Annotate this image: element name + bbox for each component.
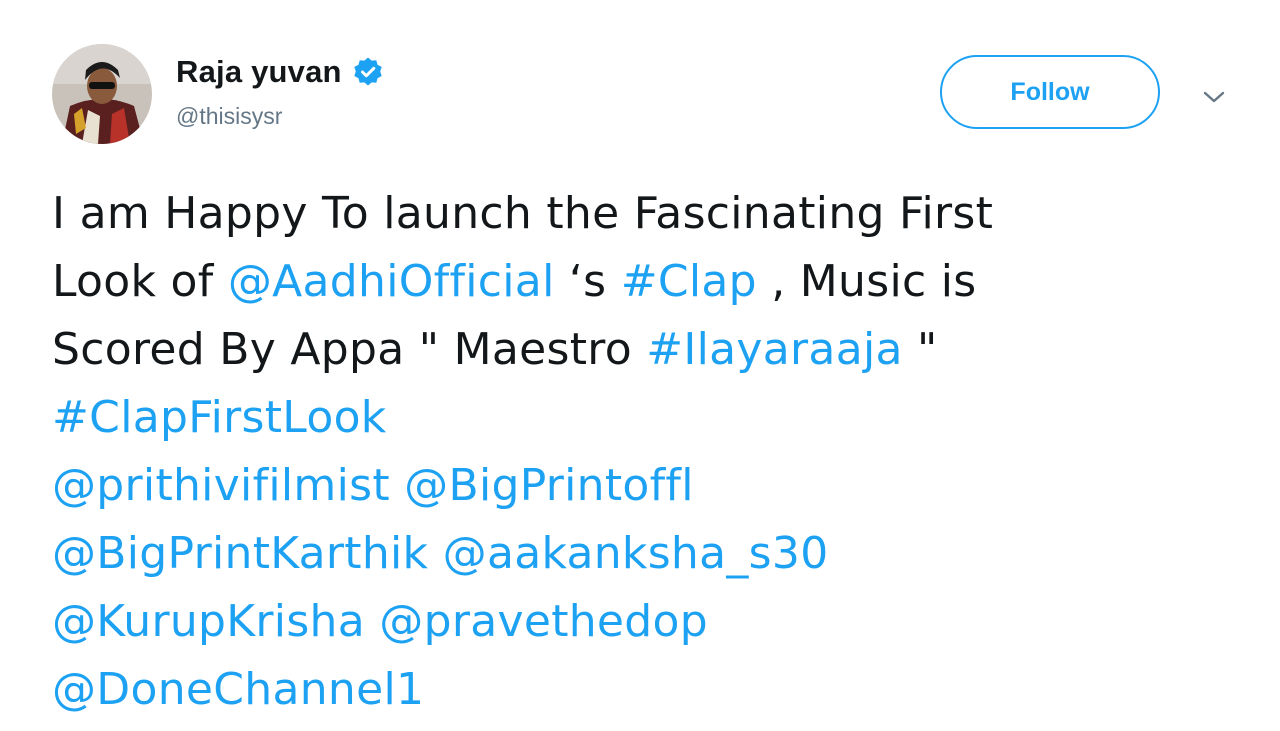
hashtag-link[interactable]: #Ilayaraaja bbox=[646, 324, 903, 375]
tweet-line: @DoneChannel1 bbox=[52, 656, 1232, 724]
mention-link[interactable]: @aakanksha_s30 bbox=[443, 528, 829, 579]
avatar[interactable] bbox=[52, 44, 152, 144]
verified-badge-icon bbox=[352, 56, 384, 88]
tweet-text-segment: Look of bbox=[52, 256, 228, 307]
tweet-text-segment: , Music is bbox=[756, 256, 977, 307]
mention-link[interactable]: @DoneChannel1 bbox=[52, 664, 424, 715]
chevron-down-icon[interactable] bbox=[1199, 82, 1229, 112]
mention-link[interactable]: @AadhiOfficial bbox=[228, 256, 555, 307]
mention-link[interactable]: @BigPrintKarthik bbox=[52, 528, 428, 579]
tweet-text-segment: Scored By Appa " Maestro bbox=[52, 324, 647, 375]
tweet-line: Scored By Appa " Maestro #Ilayaraaja " bbox=[52, 316, 1232, 384]
mention-link[interactable]: @BigPrintoffl bbox=[404, 460, 694, 511]
tweet-text-segment: " bbox=[902, 324, 938, 375]
tweet-text-segment: I am Happy To launch the Fascinating Fir… bbox=[52, 188, 994, 239]
tweet-text-segment: ‘s bbox=[554, 256, 621, 307]
user-handle[interactable]: @thisisysr bbox=[176, 103, 282, 130]
tweet-line: @BigPrintKarthik @aakanksha_s30 bbox=[52, 520, 1232, 588]
tweet-line: I am Happy To launch the Fascinating Fir… bbox=[52, 180, 1232, 248]
mention-link[interactable]: @prithivifilmist bbox=[52, 460, 390, 511]
tweet-line: @prithivifilmist @BigPrintoffl bbox=[52, 452, 1232, 520]
mention-link[interactable]: @pravethedop bbox=[379, 596, 708, 647]
tweet-card: Raja yuvan @thisisysr Follow I am Happy … bbox=[0, 0, 1280, 731]
tweet-line: #ClapFirstLook bbox=[52, 384, 1232, 452]
tweet-line: @KurupKrisha @pravethedop bbox=[52, 588, 1232, 656]
name-row: Raja yuvan bbox=[176, 50, 384, 94]
tweet-text: I am Happy To launch the Fascinating Fir… bbox=[52, 180, 1232, 724]
display-name[interactable]: Raja yuvan bbox=[176, 54, 342, 90]
follow-button[interactable]: Follow bbox=[940, 55, 1160, 129]
mention-link[interactable]: @KurupKrisha bbox=[52, 596, 365, 647]
tweet-line: Look of @AadhiOfficial ‘s #Clap , Music … bbox=[52, 248, 1232, 316]
hashtag-link[interactable]: #Clap bbox=[621, 256, 757, 307]
hashtag-link[interactable]: #ClapFirstLook bbox=[52, 392, 387, 443]
